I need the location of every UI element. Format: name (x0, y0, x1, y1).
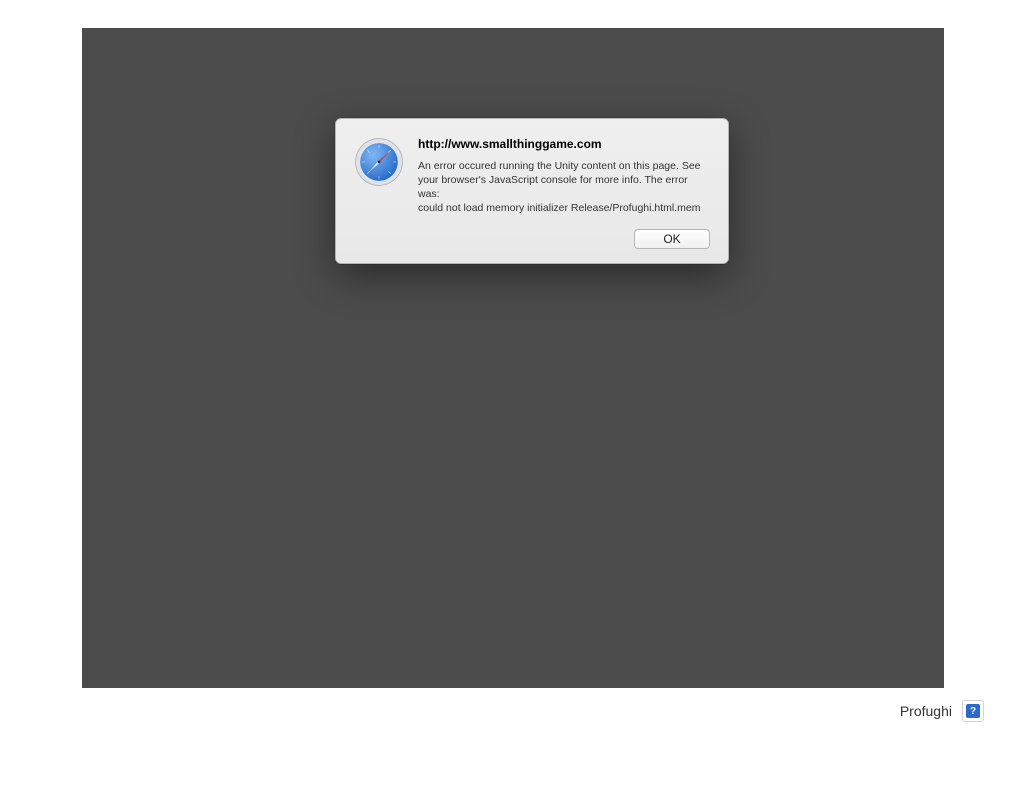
unity-footer: Profughi ? (900, 700, 984, 722)
ok-button[interactable]: OK (634, 229, 710, 249)
game-title: Profughi (900, 703, 952, 719)
question-icon: ? (966, 704, 980, 718)
javascript-alert-dialog: http://www.smallthinggame.com An error o… (335, 118, 729, 264)
dialog-message: An error occured running the Unity conte… (418, 159, 710, 216)
fullscreen-button[interactable]: ? (962, 700, 984, 722)
dialog-title: http://www.smallthinggame.com (418, 137, 710, 153)
safari-icon (354, 137, 404, 187)
